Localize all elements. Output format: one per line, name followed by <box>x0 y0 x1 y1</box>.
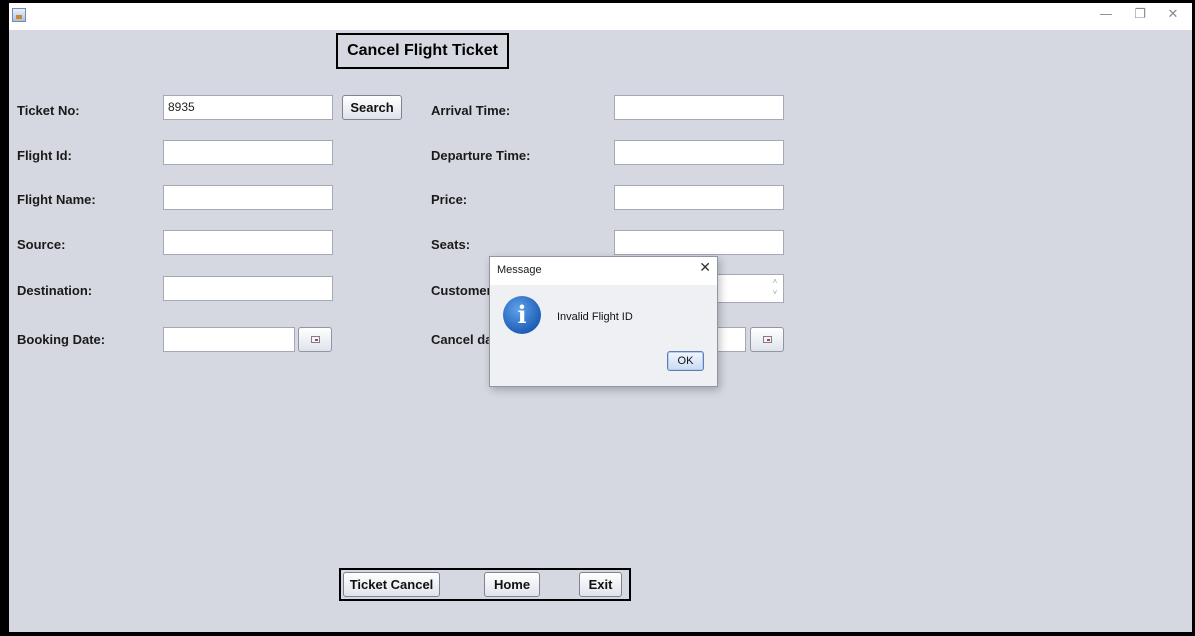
customer-scroll-arrows[interactable]: ˄ ˅ <box>768 276 782 301</box>
calendar-icon <box>311 336 320 343</box>
cancel-date-calendar-button[interactable] <box>750 327 784 352</box>
ok-button[interactable]: OK <box>667 351 704 371</box>
information-icon: i <box>503 296 541 334</box>
ticket-cancel-button[interactable]: Ticket Cancel <box>343 572 440 597</box>
dialog-title-bar: Message ✕ <box>490 257 717 285</box>
price-input[interactable] <box>614 185 784 210</box>
dialog-title: Message <box>497 264 542 276</box>
arrival-time-label: Arrival Time: <box>431 103 511 118</box>
close-button[interactable]: ✕ <box>1159 6 1187 24</box>
arrival-time-input[interactable] <box>614 95 784 120</box>
page-title: Cancel Flight Ticket <box>336 33 509 69</box>
minimize-button[interactable]: — <box>1092 6 1120 24</box>
java-app-icon <box>12 8 26 22</box>
dialog-close-icon[interactable]: ✕ <box>699 260 711 276</box>
destination-label: Destination: <box>17 283 93 298</box>
ticket-no-label: Ticket No: <box>17 103 80 118</box>
title-bar: — ❐ ✕ <box>9 3 1192 30</box>
dialog-message: Invalid Flight ID <box>557 311 633 323</box>
source-input[interactable] <box>163 230 333 255</box>
flight-id-label: Flight Id: <box>17 148 72 163</box>
home-button[interactable]: Home <box>484 572 540 597</box>
seats-input[interactable] <box>614 230 784 255</box>
booking-date-label: Booking Date: <box>17 332 106 347</box>
destination-input[interactable] <box>163 276 333 301</box>
seats-label: Seats: <box>431 237 471 252</box>
calendar-icon <box>763 336 772 343</box>
customer-label: Customer <box>431 283 492 298</box>
source-label: Source: <box>17 237 66 252</box>
price-label: Price: <box>431 192 468 207</box>
departure-time-label: Departure Time: <box>431 148 531 163</box>
cancel-date-label: Cancel dat <box>431 332 497 347</box>
booking-date-input[interactable] <box>163 327 295 352</box>
booking-date-calendar-button[interactable] <box>298 327 332 352</box>
departure-time-input[interactable] <box>614 140 784 165</box>
search-button[interactable]: Search <box>342 95 402 120</box>
flight-name-label: Flight Name: <box>17 192 96 207</box>
flight-id-input[interactable] <box>163 140 333 165</box>
message-dialog: Message ✕ i Invalid Flight ID OK <box>489 256 718 387</box>
ticket-no-input[interactable]: 8935 <box>163 95 333 120</box>
exit-button[interactable]: Exit <box>579 572 622 597</box>
flight-name-input[interactable] <box>163 185 333 210</box>
restore-button[interactable]: ❐ <box>1126 6 1154 24</box>
